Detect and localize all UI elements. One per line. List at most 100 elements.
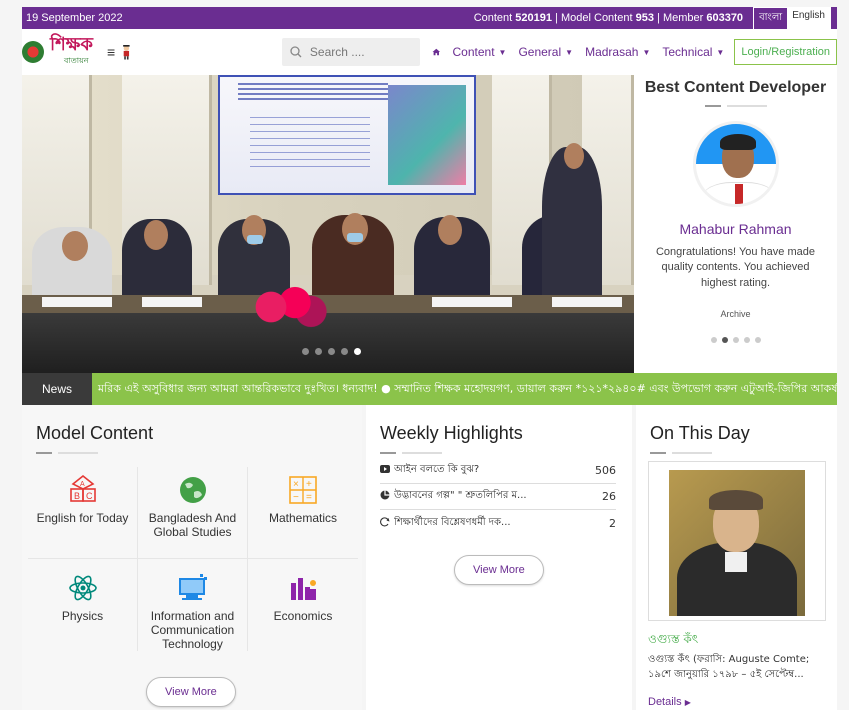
nav-technical[interactable]: Technical ▼ <box>662 45 724 59</box>
subject-label: Bangladesh And Global Studies <box>148 511 237 539</box>
abc-blocks-icon: BCA <box>66 475 100 505</box>
title-underline <box>650 452 837 454</box>
nav-madrasah[interactable]: Madrasah ▼ <box>585 45 650 59</box>
calculator-icon: × + − = <box>286 475 320 505</box>
member-label: Member <box>662 12 704 24</box>
list-item[interactable]: শিক্ষার্থীদের বিশ্লেষণধর্মী দক... 2 <box>380 510 616 536</box>
developer-message: Congratulations! You have made quality c… <box>655 246 815 289</box>
list-item[interactable]: আইন বলতে কি বুঝ? 506 <box>380 458 616 484</box>
model-content-title: Model Content <box>36 423 154 443</box>
login-registration-button[interactable]: Login/Registration <box>734 39 837 65</box>
slider-dot[interactable] <box>302 348 309 355</box>
site-stats: Content 520191 | Model Content 953 | Mem… <box>473 6 831 30</box>
subject-label: Economics <box>273 609 333 623</box>
menu-icon[interactable]: ≡ <box>107 44 115 60</box>
title-underline <box>36 452 362 454</box>
news-text[interactable]: মরিক এই অসুবিধার জন্য আমরা আন্তরিকভাবে দ… <box>92 380 837 399</box>
news-ticker: News মরিক এই অসুবিধার জন্য আমরা আন্তরিকভ… <box>22 373 837 405</box>
developer-pagination <box>634 337 837 344</box>
hero-slider-pagination <box>302 348 361 355</box>
bangladesh-emblem-icon <box>22 41 44 63</box>
nav-content[interactable]: Content ▼ <box>453 45 507 59</box>
model-content-view-more-button[interactable]: View More <box>146 677 236 707</box>
content-count: 520191 <box>515 12 552 24</box>
subject-english[interactable]: BCA English for Today <box>28 467 138 559</box>
best-developer-title: Best Content Developer <box>644 79 827 96</box>
slider-dot[interactable] <box>732 337 739 344</box>
slider-dot[interactable] <box>328 348 335 355</box>
subject-ict[interactable]: Information and Communication Technology <box>138 559 248 651</box>
list-item[interactable]: উদ্ভাবনের গল্প" " শ্রুতলিপির ম... 26 <box>380 484 616 510</box>
chevron-down-icon: ▼ <box>498 47 507 57</box>
nav-general[interactable]: General ▼ <box>518 45 573 59</box>
archive-link[interactable]: Archive <box>634 309 837 319</box>
subject-label: Information and Communication Technology <box>150 609 235 651</box>
best-content-developer: Best Content Developer Mahabur Rahman Co… <box>634 75 837 373</box>
subject-label: English for Today <box>36 511 129 525</box>
svg-text:C: C <box>86 491 93 501</box>
chevron-down-icon: ▼ <box>565 47 574 57</box>
weekly-highlights-panel: Weekly Highlights আইন বলতে কি বুঝ? 506 উ… <box>366 405 632 710</box>
content-label: Content <box>473 12 513 24</box>
hero-photo-person <box>542 147 602 297</box>
on-this-day-description: ওগ্যুস্ত কঁৎ (ফরাসি: Auguste Comte; ১৯শে… <box>648 654 810 680</box>
details-link[interactable]: Details ▶ <box>648 696 691 708</box>
atom-icon <box>66 573 100 603</box>
news-label: News <box>22 373 92 405</box>
refresh-icon <box>380 516 390 530</box>
developer-name[interactable]: Mahabur Rahman <box>634 221 837 237</box>
highlight-title: উদ্ভাবনের গল্প" " শ্রুতলিপির ম... <box>394 490 527 501</box>
member-count: 603370 <box>706 12 744 24</box>
slider-dot-active[interactable] <box>721 337 728 344</box>
slider-dot[interactable] <box>754 337 761 344</box>
search-box[interactable] <box>281 38 420 66</box>
slider-dot[interactable] <box>341 348 348 355</box>
slider-dot[interactable] <box>315 348 322 355</box>
slider-dot[interactable] <box>743 337 750 344</box>
svg-text:=: = <box>306 492 312 503</box>
mascot-icon <box>123 45 130 60</box>
slider-dot-active[interactable] <box>354 348 361 355</box>
model-content-panel: Model Content BCA English for Today Bang… <box>22 405 362 710</box>
highlight-title: শিক্ষার্থীদের বিশ্লেষণধর্মী দক... <box>394 516 511 528</box>
current-date: 19 September 2022 <box>26 12 123 24</box>
hero-slider[interactable] <box>22 75 634 373</box>
highlight-count: 506 <box>595 464 616 477</box>
subject-bangladesh-global[interactable]: Bangladesh And Global Studies <box>138 467 248 559</box>
nav-technical-label: Technical <box>662 45 713 59</box>
title-underline <box>634 105 837 107</box>
on-this-day-name[interactable]: ওগ্যুস্ত কঁৎ <box>648 631 698 651</box>
subject-label: Mathematics <box>268 511 338 525</box>
subject-physics[interactable]: Physics <box>28 559 138 651</box>
details-label: Details <box>648 696 682 708</box>
highlights-list: আইন বলতে কি বুঝ? 506 উদ্ভাবনের গল্প" " শ… <box>380 458 616 536</box>
model-content-count: 953 <box>635 12 654 24</box>
search-input[interactable] <box>309 45 420 59</box>
chevron-right-icon: ▶ <box>684 698 691 707</box>
on-this-day-title: On This Day <box>650 423 750 443</box>
home-icon[interactable] <box>432 45 441 59</box>
highlight-title: আইন বলতে কি বুঝ? <box>394 464 480 475</box>
slider-dot[interactable] <box>710 337 717 344</box>
nav-content-label: Content <box>452 45 495 59</box>
subject-mathematics[interactable]: × + − = Mathematics <box>248 467 358 559</box>
language-switcher: বাংলা English <box>753 6 831 30</box>
chevron-down-icon: ▼ <box>642 47 651 57</box>
svg-text:A: A <box>80 481 85 488</box>
portrait-image[interactable] <box>669 470 805 616</box>
weekly-view-more-button[interactable]: View More <box>454 555 544 585</box>
site-logo[interactable]: শিক্ষক বাতায়ন <box>22 36 93 68</box>
highlight-count: 2 <box>609 516 616 530</box>
weekly-highlights-title: Weekly Highlights <box>380 423 523 443</box>
portrait-frame <box>648 461 826 621</box>
lang-english-button[interactable]: English <box>787 7 830 29</box>
subject-economics[interactable]: Economics <box>248 559 358 651</box>
on-this-day-panel: On This Day ওগ্যুস্ত কঁৎ ওগ্যুস্ত কঁৎ (ফ… <box>636 405 837 710</box>
search-icon <box>290 46 302 58</box>
top-bar: 19 September 2022 Content 520191 | Model… <box>22 6 837 30</box>
title-underline <box>380 452 632 454</box>
svg-text:×: × <box>293 479 299 490</box>
subject-grid: BCA English for Today Bangladesh And Glo… <box>28 467 358 651</box>
lang-bangla-button[interactable]: বাংলা <box>754 8 787 29</box>
hero-photo-banner <box>218 75 476 195</box>
